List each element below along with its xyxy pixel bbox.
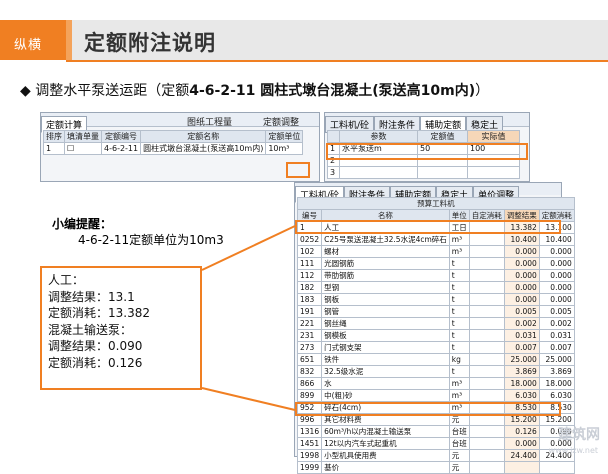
cell: 元: [448, 461, 470, 474]
cell: [538, 461, 575, 474]
watermark-url: www.jzw.net: [548, 446, 598, 455]
connector-lines: [201, 225, 296, 411]
cell: [468, 461, 505, 474]
watermark: 建筑网: [558, 427, 600, 443]
cell: 基价: [321, 461, 450, 474]
cell: [503, 461, 540, 474]
table-row[interactable]: 1999 基价元: [296, 461, 575, 474]
cell: 1999: [296, 461, 323, 474]
